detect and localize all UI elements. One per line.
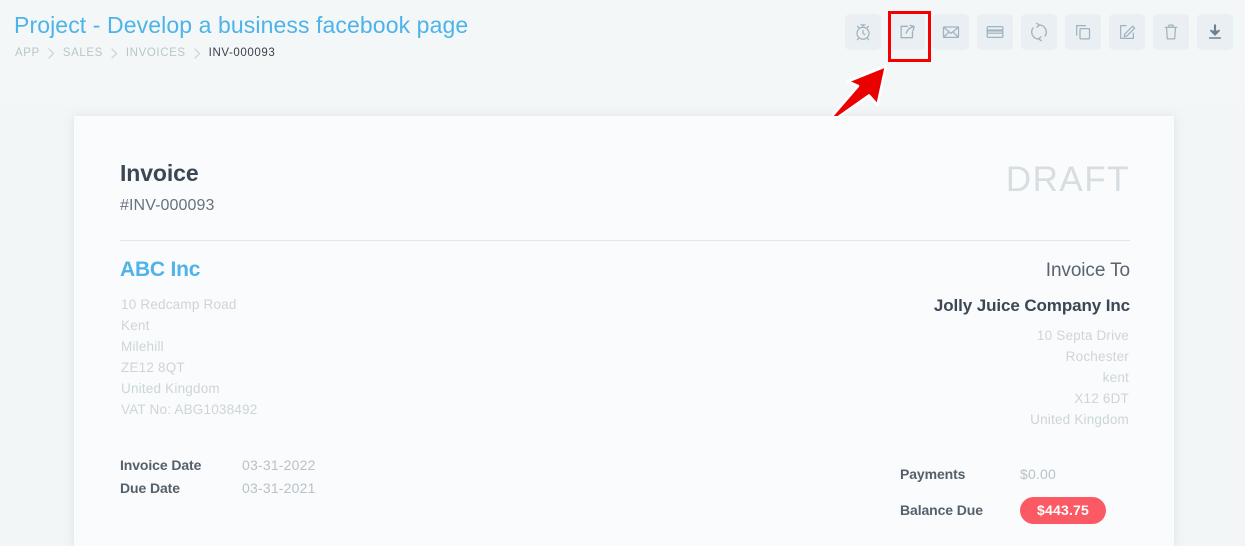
invoice-card: Invoice #INV-000093 DRAFT ABC Inc 10 Red… — [74, 116, 1174, 546]
payments-value: $0.00 — [1020, 466, 1057, 482]
invoice-dates: Invoice Date 03-31-2022 Due Date 03-31-2… — [120, 457, 316, 503]
breadcrumb: APP SALES INVOICES INV-000093 — [15, 47, 275, 59]
due-date-row: Due Date 03-31-2021 — [120, 480, 316, 503]
balance-due-badge: $443.75 — [1020, 496, 1107, 524]
seller-address-line: Kent — [121, 318, 150, 333]
invoice-totals: Payments $0.00 Balance Due $443.75 — [900, 456, 1130, 528]
invoice-heading: Invoice — [120, 160, 199, 186]
payments-label: Payments — [900, 466, 966, 482]
seller-vat-number: VAT No: ABG1038492 — [121, 402, 258, 417]
buyer-address: 10 Septa Drive Rochester kent X12 6DT Un… — [1030, 325, 1129, 430]
section-divider — [120, 240, 1130, 241]
credit-card-icon — [985, 22, 1005, 42]
chevron-right-icon — [48, 47, 55, 59]
reminder-button[interactable] — [845, 14, 881, 50]
breadcrumb-item-app[interactable]: APP — [15, 47, 40, 59]
seller-address-line: ZE12 8QT — [121, 360, 185, 375]
buyer-address-line: Rochester — [1065, 349, 1129, 364]
buyer-address-line: 10 Septa Drive — [1036, 328, 1129, 343]
chevron-right-icon — [193, 47, 201, 59]
recurring-button[interactable] — [1021, 14, 1057, 50]
buyer-address-line: kent — [1102, 370, 1129, 385]
buyer-address-line: United Kingdom — [1030, 412, 1129, 427]
seller-address-line: 10 Redcamp Road — [121, 297, 237, 312]
breadcrumb-item-current: INV-000093 — [208, 47, 276, 59]
seller-name[interactable]: ABC Inc — [120, 258, 200, 282]
duplicate-button[interactable] — [1065, 14, 1101, 50]
buyer-name: Jolly Juice Company Inc — [933, 296, 1130, 315]
payments-row: Payments $0.00 — [900, 456, 1130, 492]
chevron-right-icon — [111, 47, 118, 59]
invoice-date-label: Invoice Date — [120, 457, 202, 473]
balance-due-row: Balance Due $443.75 — [900, 492, 1130, 528]
due-date-value: 03-31-2021 — [242, 480, 316, 496]
copy-icon — [1073, 22, 1093, 42]
balance-due-cell: $443.75 — [1020, 496, 1130, 524]
seller-address-line: United Kingdom — [121, 381, 220, 396]
download-button[interactable] — [1197, 14, 1233, 50]
edit-button[interactable] — [1109, 14, 1145, 50]
invoice-detail-page: Project - Develop a business facebook pa… — [0, 0, 1245, 546]
trash-icon — [1161, 22, 1181, 42]
invoice-date-value: 03-31-2022 — [242, 457, 316, 473]
breadcrumb-item-sales[interactable]: SALES — [63, 47, 103, 59]
delete-button[interactable] — [1153, 14, 1189, 50]
balance-due-label: Balance Due — [900, 502, 983, 518]
invoice-date-row: Invoice Date 03-31-2022 — [120, 457, 316, 480]
status-watermark: DRAFT — [1005, 160, 1130, 199]
publish-invoice-button[interactable] — [889, 14, 925, 50]
alarm-clock-icon — [853, 22, 873, 42]
due-date-label: Due Date — [120, 480, 180, 496]
record-payment-button[interactable] — [977, 14, 1013, 50]
invoice-to-heading: Invoice To — [1045, 260, 1130, 281]
invoice-number: #INV-000093 — [120, 197, 215, 214]
send-email-button[interactable] — [933, 14, 969, 50]
edit-icon — [1117, 22, 1137, 42]
refresh-icon — [1029, 22, 1049, 42]
share-icon — [897, 22, 917, 42]
page-title: Project - Develop a business facebook pa… — [14, 12, 469, 38]
breadcrumb-item-invoices[interactable]: INVOICES — [126, 47, 186, 59]
download-icon — [1205, 22, 1225, 42]
action-toolbar — [845, 14, 1233, 50]
buyer-address-line: X12 6DT — [1074, 391, 1129, 406]
page-header: Project - Develop a business facebook pa… — [0, 0, 1245, 106]
seller-address-line: Milehill — [121, 339, 164, 354]
seller-address: 10 Redcamp Road Kent Milehill ZE12 8QT U… — [121, 294, 257, 420]
envelope-icon — [941, 22, 961, 42]
